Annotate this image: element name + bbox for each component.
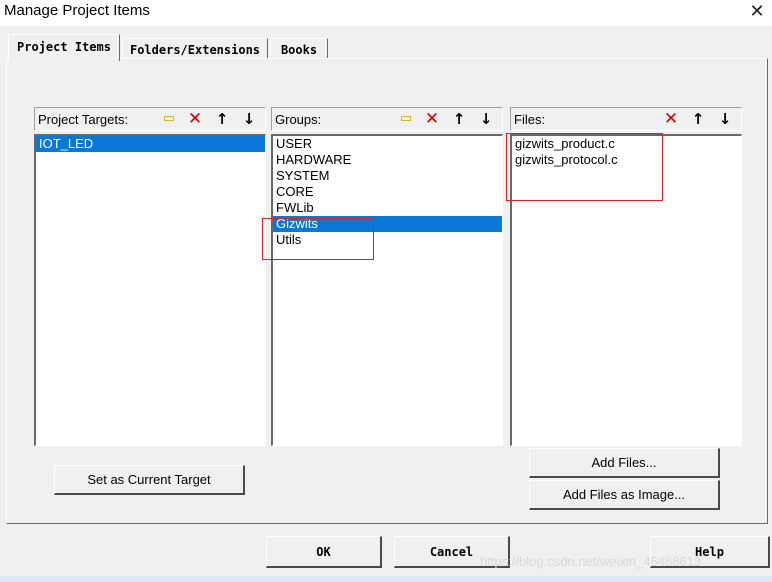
groups-label: Groups: [275,112,322,127]
new-item-icon[interactable]: ▭ [396,110,416,128]
delete-icon[interactable]: ✕ [422,110,442,128]
delete-icon[interactable]: ✕ [185,110,205,128]
list-item[interactable]: FWLib [273,200,502,216]
cancel-button[interactable]: Cancel [394,536,510,568]
move-down-icon[interactable]: ↓ [239,110,259,128]
list-item[interactable]: HARDWARE [273,152,502,168]
new-item-icon[interactable]: ▭ [159,110,179,128]
files-header: Files: ✕ ↑ ↓ [510,107,742,131]
ok-button[interactable]: OK [266,536,382,568]
list-item[interactable]: Gizwits [273,216,502,232]
targets-label: Project Targets: [38,112,129,127]
list-item[interactable]: gizwits_protocol.c [512,152,741,168]
tab-strip: Project Items Folders/Extensions Books [0,26,772,61]
targets-list[interactable]: IOT_LED [34,134,266,446]
files-label: Files: [514,112,546,127]
add-files-as-image-button[interactable]: Add Files as Image... [529,480,720,510]
list-item[interactable]: gizwits_product.c [512,136,741,152]
move-up-icon[interactable]: ↑ [449,110,469,128]
list-item[interactable]: SYSTEM [273,168,502,184]
close-icon[interactable]: ✕ [744,0,770,24]
groups-list[interactable]: USER HARDWARE SYSTEM CORE FWLib Gizwits … [271,134,503,446]
files-list[interactable]: gizwits_product.c gizwits_protocol.c [510,134,742,446]
list-item[interactable]: CORE [273,184,502,200]
help-button[interactable]: Help [650,536,770,568]
list-item[interactable]: IOT_LED [36,136,265,152]
window-title: Manage Project Items [4,2,150,19]
move-up-icon[interactable]: ↑ [212,110,232,128]
list-item[interactable]: USER [273,136,502,152]
targets-header: Project Targets: ▭ ✕ ↑ ↓ [34,107,266,131]
dialog-client-area: Project Items Folders/Extensions Books P… [0,26,772,582]
move-down-icon[interactable]: ↓ [715,110,735,128]
tab-project-items[interactable]: Project Items [8,34,120,61]
set-current-target-button[interactable]: Set as Current Target [54,465,245,495]
bottom-strip [0,576,772,582]
groups-header: Groups: ▭ ✕ ↑ ↓ [271,107,503,131]
move-up-icon[interactable]: ↑ [688,110,708,128]
list-item[interactable]: Utils [273,232,502,248]
delete-icon[interactable]: ✕ [661,110,681,128]
add-files-button[interactable]: Add Files... [529,448,720,478]
title-bar: Manage Project Items ✕ [0,0,772,26]
move-down-icon[interactable]: ↓ [476,110,496,128]
